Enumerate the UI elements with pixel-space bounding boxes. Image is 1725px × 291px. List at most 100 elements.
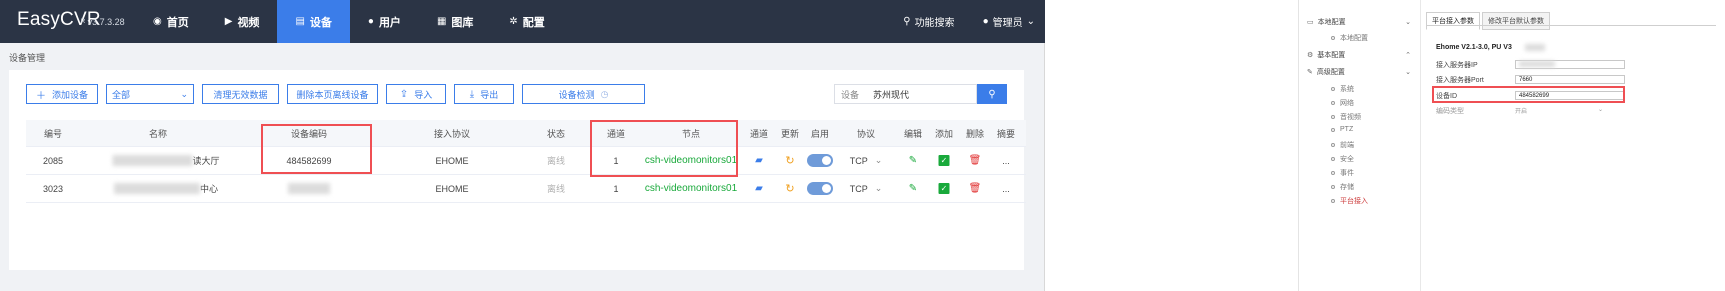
add-device-label: 添加设备 xyxy=(51,89,88,100)
sidebar-item-platform-access[interactable]: 平台接入 xyxy=(1331,196,1368,206)
device-status: 离线 xyxy=(546,156,566,166)
nav-item-video[interactable]: ▶ 视频 xyxy=(207,0,278,43)
trash-icon[interactable]: 🗑 xyxy=(969,147,982,174)
bullet-icon xyxy=(1331,185,1335,189)
highlight-device-id xyxy=(1432,86,1625,103)
device-code xyxy=(288,175,330,202)
play-circle-icon: ▶ xyxy=(224,16,233,27)
search-value: 苏州现代 xyxy=(873,89,910,100)
col-update: 更新 xyxy=(780,128,800,139)
device-filter-select[interactable]: 全部 ⌄ xyxy=(106,84,194,104)
device-name-text: 读大厅 xyxy=(192,156,220,166)
search-icon: ⚲ xyxy=(988,88,996,100)
refresh-icon[interactable]: ↻ xyxy=(785,175,794,202)
transport-select[interactable]: TCP ⌄ xyxy=(850,175,883,202)
toggle-switch[interactable] xyxy=(807,154,833,167)
toggle-switch[interactable] xyxy=(807,182,833,195)
import-button[interactable]: ⇪ 导入 xyxy=(386,84,446,104)
plus-icon: ＋ xyxy=(35,90,46,102)
col-transport: 协议 xyxy=(856,128,876,139)
server-ip-input[interactable] xyxy=(1515,60,1625,69)
col-name: 名称 xyxy=(148,128,168,139)
search-input[interactable]: 设备 苏州现代 xyxy=(834,84,977,104)
sidebar-group-local[interactable]: ▭ 本地配置 ⌄ xyxy=(1307,17,1419,27)
clear-invalid-button[interactable]: 清理无效数据 xyxy=(202,84,279,104)
sidebar-item-av[interactable]: 音视频 xyxy=(1331,112,1361,122)
device-name-text: 中心 xyxy=(199,184,219,194)
nav-item-gallery[interactable]: ▦ 图库 xyxy=(419,0,491,43)
nav-label: 配置 xyxy=(522,16,545,29)
bullet-icon xyxy=(1331,87,1335,91)
device-check-button[interactable]: 设备检测 ◷ xyxy=(522,84,645,104)
server-port-input[interactable]: 7660 xyxy=(1515,75,1625,84)
edit-icon[interactable]: ✎ xyxy=(909,147,917,174)
enable-toggle[interactable] xyxy=(807,147,833,174)
gear-icon: ✲ xyxy=(509,16,518,27)
chevron-down-icon: ⌄ xyxy=(1405,19,1411,26)
device-list-icon: ▤ xyxy=(295,16,305,27)
redacted-text xyxy=(113,183,200,194)
bullet-icon xyxy=(1331,101,1335,105)
sidebar-item-label: 前端 xyxy=(1340,142,1354,149)
sidebar-item-security[interactable]: 安全 xyxy=(1331,154,1354,164)
sidebar-group-advanced[interactable]: ✎ 高级配置 ⌄ xyxy=(1307,67,1419,77)
config-sidebar: ▭ 本地配置 ⌄ 本地配置 ⚙ 基本配置 ⌃ ✎ 高级配置 ⌄ 系统 网络 音视频 PTZ … xyxy=(1299,0,1421,291)
folder-icon[interactable]: ▰ xyxy=(755,147,763,174)
config-content: Ehome V2.1-3.0, PU V3 接入服务器IP 接入服务器Port … xyxy=(1426,25,1716,280)
encode-type-select[interactable]: 开启 ⌄ xyxy=(1515,106,1603,115)
export-button[interactable]: ⤓ 导出 xyxy=(454,84,514,104)
nav-item-config[interactable]: ✲ 配置 xyxy=(491,0,562,43)
device-panel: ＋添加设备 全部 ⌄ 清理无效数据 删除本页离线设备 ⇪ 导入 ⤓ 导出 设备检测 ◷ … xyxy=(9,70,1026,270)
nav-label: 图库 xyxy=(451,16,474,29)
summary-more[interactable]: ... xyxy=(1002,147,1010,174)
chevron-down-icon: ⌄ xyxy=(1597,107,1603,113)
add-check-icon[interactable]: ✓ xyxy=(938,147,950,174)
trash-icon[interactable]: 🗑 xyxy=(969,175,982,202)
sidebar-item-storage[interactable]: 存储 xyxy=(1331,182,1354,192)
clear-invalid-label: 清理无效数据 xyxy=(213,89,268,100)
top-navbar: EasyCVR ᴿ v3.7.3.28 ◉ 首页 ▶ 视频 ▤ 设备 ● 用户 ▦ 图库 … xyxy=(0,0,1045,43)
sidebar-group-basic[interactable]: ⚙ 基本配置 ⌃ xyxy=(1307,50,1419,60)
download-icon: ⤓ xyxy=(469,88,475,100)
bullet-icon xyxy=(1331,171,1335,175)
search-button[interactable]: ⚲ xyxy=(977,84,1007,104)
summary-more[interactable]: ... xyxy=(1002,175,1010,202)
transport-select[interactable]: TCP ⌄ xyxy=(850,147,883,174)
nav-label: 视频 xyxy=(237,16,260,29)
redacted-text xyxy=(1525,44,1545,51)
chevron-down-icon: ⌄ xyxy=(1026,16,1035,27)
sidebar-item-system[interactable]: 系统 xyxy=(1331,84,1354,94)
edit-icon[interactable]: ✎ xyxy=(909,175,917,202)
sidebar-item-ptz[interactable]: PTZ xyxy=(1331,126,1353,133)
sidebar-item-network[interactable]: 网络 xyxy=(1331,98,1354,108)
monitor-icon: ▭ xyxy=(1307,19,1314,26)
sidebar-item-local-config[interactable]: 本地配置 xyxy=(1331,33,1368,43)
highlight-channel-node xyxy=(590,120,738,177)
delete-offline-button[interactable]: 删除本页离线设备 xyxy=(287,84,378,104)
device-protocol: EHOME xyxy=(435,155,469,166)
table-header: 编号 名称 设备编码 接入协议 状态 通道 节点 通道 更新 启用 协议 编辑 … xyxy=(26,120,1026,147)
bullet-icon xyxy=(1331,199,1335,203)
user-menu[interactable]: ● 管理员 ⌄ xyxy=(983,14,1035,29)
col-protocol: 接入协议 xyxy=(433,128,471,139)
user-icon: ● xyxy=(367,16,374,27)
nav-item-user[interactable]: ● 用户 xyxy=(350,0,419,43)
refresh-icon[interactable]: ↻ xyxy=(785,147,794,174)
sidebar-item-label: 平台接入 xyxy=(1340,198,1368,205)
add-device-button[interactable]: ＋ 添加设备 xyxy=(26,84,98,104)
version-text: v3.7.3.28 xyxy=(87,17,125,27)
device-search: 设备 苏州现代 ⚲ xyxy=(834,84,1007,104)
redacted-text xyxy=(288,183,330,194)
easycvr-window: EasyCVR ᴿ v3.7.3.28 ◉ 首页 ▶ 视频 ▤ 设备 ● 用户 ▦ 图库 … xyxy=(0,0,1045,291)
breadcrumb: 设备管理 xyxy=(9,53,46,63)
enable-toggle[interactable] xyxy=(807,175,833,202)
function-search-button[interactable]: ⚲ 功能搜索 xyxy=(903,14,954,29)
sidebar-item-frontend[interactable]: 前端 xyxy=(1331,140,1354,150)
sidebar-item-label: 事件 xyxy=(1340,170,1354,177)
nav-item-home[interactable]: ◉ 首页 xyxy=(135,0,207,43)
sidebar-item-event[interactable]: 事件 xyxy=(1331,168,1354,178)
folder-icon[interactable]: ▰ xyxy=(755,175,763,202)
add-check-icon[interactable]: ✓ xyxy=(938,175,950,202)
nav-item-device[interactable]: ▤ 设备 xyxy=(277,0,350,43)
check-icon: ✓ xyxy=(938,183,950,194)
